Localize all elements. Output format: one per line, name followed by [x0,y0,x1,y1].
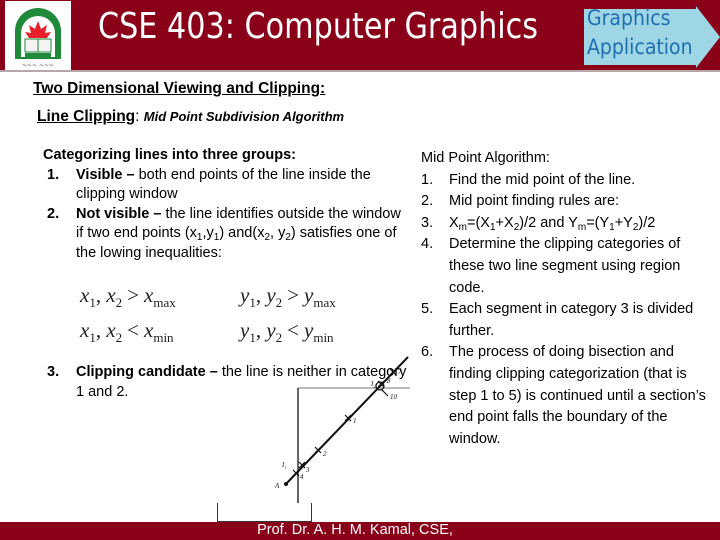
item-dash: – [122,166,139,183]
inequality-y-max: y1, y2 > ymax [240,283,336,310]
footer-author-text: Prof. Dr. A. H. M. Kamal, CSE, [257,522,453,538]
svg-text:7: 7 [398,368,402,376]
item-term: Clipping candidate [76,364,206,380]
university-logo: ~~~ ~~~ [5,1,71,70]
category-item-not-visible: 2. Not visible – the line identifies out… [43,205,403,264]
item-text: , y [270,225,286,242]
arrow-label-line1: Graphics [587,6,671,30]
algorithm-step: 4. Determine the clipping categories of t… [421,234,716,299]
svg-text:3: 3 [305,466,310,474]
section-heading: Two Dimensional Viewing and Clipping: [33,80,326,97]
step-text: Find the mid point of the line. [449,171,636,188]
step-number: 1. [421,171,434,188]
inequality-x-min: x1, x2 < xmin [80,318,174,345]
svg-text:A: A [274,482,280,490]
step-number: 3. [421,214,434,231]
logo-emblem-icon: ~~~ ~~~ [15,8,61,69]
svg-text:2: 2 [323,450,327,458]
svg-text:4: 4 [300,473,304,481]
item-number: 3. [47,364,60,380]
diagram-window-bottom [217,503,312,522]
category-item-visible: 1. Visible – both end points of the line… [43,166,403,205]
step-text: Mid point finding rules are: [449,193,620,210]
svg-text:1: 1 [353,417,357,425]
slide-title: CSE 403: Computer Graphics [98,6,539,47]
step-text: Determine the clipping categories of the… [449,236,681,296]
item-text: ) and(x [219,225,265,242]
arrow-label-line2: Application [587,35,693,59]
item-number: 2. [47,205,60,222]
step-number: 4. [421,236,434,253]
svg-text:~~~ ~~~: ~~~ ~~~ [22,62,54,69]
endpoint-a [284,482,288,486]
algorithm-step: 5. Each segment in category 3 is divided … [421,299,716,342]
svg-text:I₁: I₁ [281,461,287,469]
item-number: 1. [47,166,60,183]
step-number: 2. [421,193,434,210]
clipping-diagram: A 1 2 3 4 7 8 10 I₁ I₂ [274,356,410,520]
item-dash: – [149,205,166,222]
graphics-application-label: Graphics Application [587,4,693,62]
inequality-x-max: x1, x2 > xmax [80,283,176,310]
footer-author: Prof. Dr. A. H. M. Kamal, CSE, [0,521,720,540]
item-dash: – [205,364,222,380]
categories-block: Categorizing lines into three groups: 1.… [43,146,403,264]
subheading-topic: Line Clipping [37,108,136,125]
step-text: Each segment in category 3 is divided fu… [449,301,694,339]
header-divider [0,70,720,72]
section-subheading: Line Clipping: Mid Point Subdivision Alg… [37,108,344,126]
categories-lead: Categorizing lines into three groups: [43,147,296,163]
item-text: ,y [202,225,214,242]
subheading-algorithm: Mid Point Subdivision Algorithm [143,109,345,124]
item-term: Visible [76,166,123,183]
algorithm-step: 1. Find the mid point of the line. [421,170,716,192]
svg-text:10: 10 [390,393,398,401]
algorithm-step-formula: 3. Xm=(X1+X2)/2 and Ym=(Y1+Y2)/2 [421,214,656,233]
algorithm-lead: Mid Point Algorithm: [421,150,550,166]
midpoint-algorithm-block: Mid Point Algorithm: 1. Find the mid poin… [421,148,716,450]
subheading-separator: : [135,108,140,125]
step-text: The process of doing bisection and findi… [449,344,706,447]
svg-text:I₂: I₂ [370,380,376,388]
svg-text:8: 8 [387,377,391,385]
item-term: Not visible [76,205,150,222]
inequality-y-min: y1, y2 < ymin [240,318,334,345]
algorithm-step: 2. Mid point finding rules are: [421,191,716,213]
step-number: 5. [421,301,434,318]
step-number: 6. [421,344,434,361]
algorithm-step: 6. The process of doing bisection and fin… [421,342,716,450]
